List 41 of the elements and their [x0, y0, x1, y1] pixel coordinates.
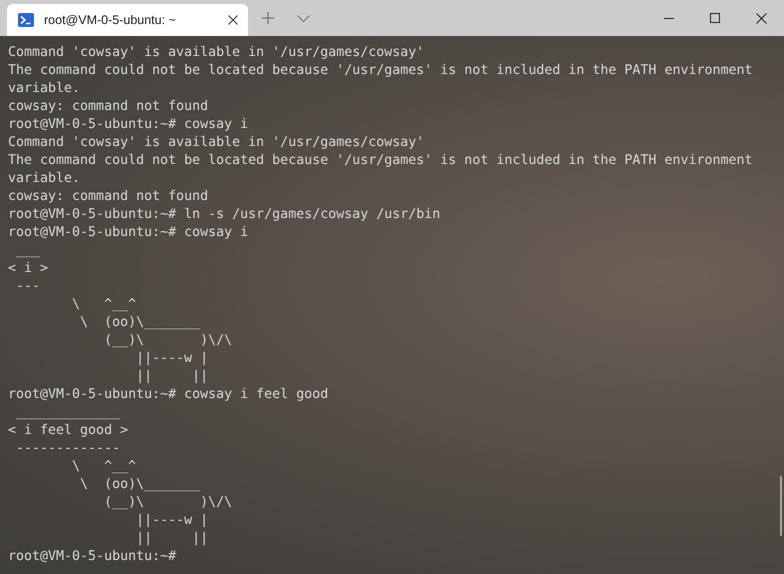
terminal-line: root@VM-0-5-ubuntu:~# [8, 548, 178, 566]
terminal-line: (__)\ )\/\ [103, 332, 234, 350]
terminal-line: \ ^__^ [71, 458, 138, 476]
terminal-line: < i feel good > [8, 422, 130, 440]
new-tab-button[interactable] [262, 12, 274, 24]
plus-icon [262, 12, 274, 24]
terminal-line: cowsay: command not found [8, 188, 210, 206]
terminal-line: variable. [8, 80, 82, 98]
terminal-line: || || [135, 530, 210, 548]
terminal-line: \ (oo)\_______ [79, 314, 202, 332]
dropdown-button[interactable] [296, 14, 310, 22]
terminal-line: _____________ [15, 404, 122, 422]
close-tab-button[interactable] [228, 15, 238, 25]
terminal-line: || || [135, 368, 210, 386]
terminal-line: ||----w | [135, 512, 210, 530]
terminal-tab[interactable]: root@VM-0-5-ubuntu: ~ [7, 4, 248, 36]
terminal-line: root@VM-0-5-ubuntu:~# cowsay i [8, 224, 250, 242]
terminal-line: ||----w | [135, 350, 210, 368]
close-icon [228, 15, 238, 25]
terminal-line: ------------- [15, 440, 122, 458]
terminal-line: < i > [8, 260, 50, 278]
scrollbar-thumb[interactable] [780, 476, 782, 536]
terminal-line: cowsay: command not found [8, 98, 210, 116]
terminal-line: ___ [15, 242, 42, 260]
close-icon [756, 12, 766, 24]
terminal-line: \ ^__^ [71, 296, 138, 314]
tab-title: root@VM-0-5-ubuntu: ~ [44, 13, 177, 27]
terminal-line: root@VM-0-5-ubuntu:~# cowsay i [8, 116, 250, 134]
terminal-line: (__)\ )\/\ [103, 494, 234, 512]
terminal-line: root@VM-0-5-ubuntu:~# ln -s /usr/games/cowsay /usr/bin [8, 206, 442, 224]
terminal-line: root@VM-0-5-ubuntu:~# cowsay i feel good [8, 386, 330, 404]
terminal-line: --- [15, 278, 42, 296]
terminal-line: variable. [8, 170, 82, 188]
terminal-icon [18, 13, 34, 27]
terminal-line: Command 'cowsay' is available in '/usr/games/cowsay' [8, 134, 426, 152]
terminal-line: The command could not be located because '/usr/games' is not included in the PATH environment [8, 152, 754, 170]
maximize-icon [710, 13, 720, 23]
terminal-line: Command 'cowsay' is available in '/usr/games/cowsay' [8, 44, 426, 62]
chevron-down-icon [296, 14, 310, 22]
terminal-line: The command could not be located because '/usr/games' is not included in the PATH environment [8, 62, 754, 80]
terminal-line: \ (oo)\_______ [79, 476, 202, 494]
